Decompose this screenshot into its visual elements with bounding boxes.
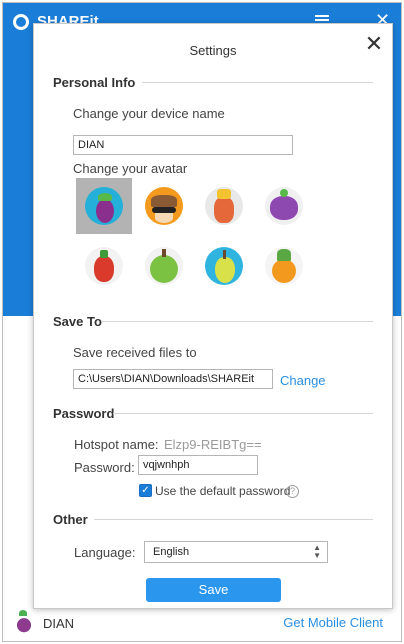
sunglasses-fruit-icon: [145, 187, 183, 225]
close-icon[interactable]: ✕: [364, 33, 384, 55]
default-password-label: Use the default password: [155, 484, 291, 498]
avatar-pepper[interactable]: [76, 238, 132, 294]
settings-dialog: Settings ✕ Personal Info Change your dev…: [33, 23, 393, 609]
password-label: Password:: [74, 460, 135, 475]
section-personal-info: Personal Info: [53, 75, 136, 90]
avatar-pear[interactable]: [196, 238, 252, 294]
section-password: Password: [53, 406, 115, 421]
pepper-icon: [85, 247, 123, 285]
section-other: Other: [53, 512, 88, 527]
save-button[interactable]: Save: [146, 578, 281, 602]
section-save-to: Save To: [53, 314, 102, 329]
divider: [94, 519, 373, 520]
get-mobile-client-link[interactable]: Get Mobile Client: [283, 615, 383, 630]
language-select-value: English: [153, 546, 190, 558]
divider: [102, 321, 373, 322]
hotspot-name-value: Elzp9-REIBTg==: [164, 437, 262, 452]
eggplant-icon: [85, 187, 123, 225]
select-arrows-icon: ▲ ▼: [313, 543, 321, 560]
dialog-title: Settings: [189, 43, 237, 58]
device-name-input[interactable]: [73, 135, 293, 155]
avatar-grapes[interactable]: [256, 178, 312, 234]
avatar-sunglasses[interactable]: [136, 178, 192, 234]
avatar-pineapple[interactable]: [256, 238, 312, 294]
change-path-link[interactable]: Change: [280, 373, 326, 388]
carrot-icon: [205, 187, 243, 225]
user-name: DIAN: [43, 615, 75, 631]
device-name-label: Change your device name: [73, 106, 225, 121]
save-files-label: Save received files to: [73, 345, 197, 360]
apple-icon: [145, 247, 183, 285]
language-label: Language:: [74, 545, 136, 560]
user-avatar: [13, 610, 35, 634]
pineapple-icon: [265, 247, 303, 285]
hotspot-name-label: Hotspot name:: [74, 437, 159, 452]
language-select[interactable]: English ▲ ▼: [144, 541, 328, 563]
divider: [142, 82, 373, 83]
default-password-checkbox[interactable]: ✓: [139, 484, 152, 497]
save-path-input[interactable]: [73, 369, 273, 389]
current-user[interactable]: DIAN: [13, 610, 75, 634]
divider: [113, 413, 373, 414]
avatar-eggplant[interactable]: [76, 178, 132, 234]
shareit-logo-icon: [13, 13, 29, 30]
help-icon[interactable]: ?: [286, 485, 299, 498]
avatar-apple[interactable]: [136, 238, 192, 294]
avatar-carrot[interactable]: [196, 178, 252, 234]
password-input[interactable]: [138, 455, 258, 475]
pear-icon: [205, 247, 243, 285]
avatar-label: Change your avatar: [73, 161, 188, 176]
grapes-icon: [265, 187, 303, 225]
